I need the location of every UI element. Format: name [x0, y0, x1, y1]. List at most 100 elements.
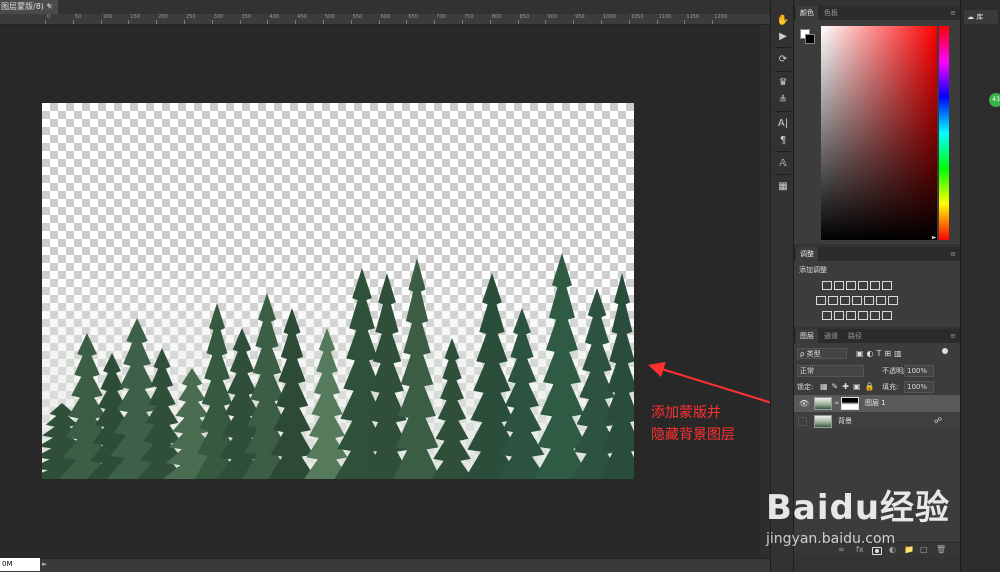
ruler-tick-label: 1000	[603, 14, 616, 20]
layer-comp-icon[interactable]: ▦	[776, 180, 790, 194]
panel-menu-icon[interactable]: ≡	[950, 247, 956, 261]
add-mask-icon[interactable]	[872, 547, 882, 555]
cloud-icon: ☁	[967, 13, 974, 21]
eye-icon[interactable]: 👁	[799, 395, 809, 412]
ruler-tick-mark	[184, 20, 185, 24]
ruler-tick-label: 450	[297, 14, 307, 20]
adjustment-shadow-icon[interactable]	[858, 311, 868, 320]
tab-adjustments[interactable]: 调整	[796, 247, 818, 261]
ruler-tick-mark	[323, 20, 324, 24]
adjustment-more-icon[interactable]	[882, 311, 892, 320]
adjust-icon[interactable]: ≜	[776, 94, 790, 108]
adjustment-mixer-icon[interactable]	[852, 296, 862, 305]
adjustment-brightness-icon[interactable]	[822, 281, 832, 290]
annotation-line-2: 隐藏背景图层	[651, 427, 735, 443]
adjustment-lookup-icon[interactable]	[864, 296, 874, 305]
layer-name[interactable]: 图层 1	[865, 395, 886, 412]
ruler-tick-mark	[517, 20, 519, 24]
link-icon[interactable]: ∞	[834, 399, 840, 407]
glyph-icon[interactable]: 𝔸	[776, 157, 790, 171]
ruler-tick-mark	[601, 20, 602, 24]
ruler-tick-label: 1050	[630, 14, 644, 20]
ruler-tick-label: 300	[213, 14, 224, 20]
adjustment-photo-filter-icon[interactable]	[840, 296, 850, 305]
ruler-tick-label: 0	[47, 14, 51, 20]
zoom-input[interactable]: 0M	[0, 558, 40, 571]
adjustment-selective-icon[interactable]	[846, 311, 856, 320]
adjustment-bw-icon[interactable]	[828, 296, 838, 305]
adjustment-invert-icon[interactable]	[876, 296, 886, 305]
library-column: ☁ 库	[960, 0, 1000, 572]
puppet-icon[interactable]: ♛	[776, 76, 790, 90]
ruler-tick-label: 800	[491, 14, 502, 20]
document-canvas[interactable]	[42, 103, 634, 479]
adjustment-curves-icon[interactable]	[846, 281, 856, 290]
layer-filter-icons[interactable]: ▣◐T⊞▥	[856, 348, 936, 359]
ruler-tick-label: 1150	[686, 14, 700, 20]
ruler-tick-label: 1100	[658, 14, 672, 20]
layer-thumbnail[interactable]	[814, 397, 832, 410]
adjustment-gradient-map-icon[interactable]	[834, 311, 844, 320]
watermark-logo: Baidu经验	[766, 488, 951, 528]
hue-pointer-icon[interactable]: ►	[932, 234, 937, 241]
layer-row-background[interactable]: 背景 ☍	[794, 413, 960, 430]
lock-icons[interactable]: ▦✎✚▣🔒	[820, 381, 878, 393]
layer-thumbnail[interactable]	[814, 415, 832, 428]
play-icon[interactable]: ▶	[776, 30, 790, 44]
ruler-tick-label: 550	[352, 14, 363, 20]
layer-filter-select[interactable]: ρ 类型	[797, 348, 847, 359]
ruler-tick-mark	[45, 20, 46, 24]
adjustment-exposure-icon[interactable]	[858, 281, 868, 290]
ruler-tick-label: 600	[380, 14, 391, 20]
visibility-toggle-off[interactable]	[798, 417, 807, 426]
ruler-tick-mark	[267, 20, 269, 24]
adjustment-balance-icon[interactable]	[816, 296, 826, 305]
text-icon[interactable]: A|	[776, 117, 790, 131]
tab-paths[interactable]: 路径	[844, 329, 866, 343]
adjustment-extra-icon[interactable]	[870, 311, 880, 320]
paragraph-icon[interactable]: ¶	[776, 134, 790, 148]
layer-name[interactable]: 背景	[838, 413, 852, 430]
ruler-tick-label: 850	[519, 14, 530, 20]
move-icon[interactable]: ✋	[776, 14, 790, 28]
fill-label: 填充:	[882, 383, 899, 391]
fill-input[interactable]: 100%	[904, 381, 934, 393]
panel-menu-icon[interactable]: ≡	[950, 329, 956, 343]
vertical-scrollbar[interactable]	[760, 25, 770, 558]
ruler-tick-mark	[434, 20, 436, 24]
ruler-tick-mark	[378, 20, 380, 24]
annotation-line-1: 添加蒙版并	[651, 405, 721, 421]
close-tab-icon[interactable]: ×	[44, 0, 56, 14]
adjustment-hue-icon[interactable]	[882, 281, 892, 290]
ruler-tick-mark	[72, 20, 74, 24]
blend-mode-select[interactable]: 正常	[797, 365, 864, 377]
layers-panel-header: 图层 通道 路径 ≡	[794, 329, 960, 343]
adjustment-threshold-icon[interactable]	[822, 311, 832, 320]
ruler-tick-mark	[406, 20, 408, 24]
adjustment-posterize-icon[interactable]	[888, 296, 898, 305]
tab-channels[interactable]: 通道	[820, 329, 842, 343]
layer-mask-thumbnail[interactable]	[841, 397, 859, 410]
status-menu-icon[interactable]: ►	[42, 558, 52, 571]
ruler-tick-mark	[462, 20, 463, 24]
tab-color[interactable]: 颜色	[796, 6, 818, 20]
ruler-tick-mark	[573, 20, 575, 24]
tab-layers[interactable]: 图层	[796, 329, 818, 343]
color-field[interactable]	[821, 26, 937, 240]
library-button[interactable]: ☁ 库	[964, 10, 998, 24]
tab-swatches[interactable]: 色板	[820, 6, 842, 20]
adjustment-levels-icon[interactable]	[834, 281, 844, 290]
notification-badge[interactable]: 43	[989, 93, 1000, 107]
hue-slider[interactable]	[939, 26, 949, 240]
ruler-tick-label: 700	[436, 14, 446, 20]
panel-menu-icon[interactable]: ≡	[950, 6, 956, 20]
lock-label: 锁定:	[797, 383, 814, 391]
3d-rotate-icon[interactable]: ⟳	[776, 53, 790, 67]
layer-row-1[interactable]: 👁 ∞ 图层 1	[794, 395, 960, 412]
adjustment-vibrance-icon[interactable]	[870, 281, 880, 290]
filter-toggle-icon[interactable]	[942, 348, 948, 354]
opacity-input[interactable]: 100%	[904, 365, 934, 377]
background-color-swatch[interactable]	[805, 34, 815, 44]
ruler-tick-mark	[489, 20, 491, 24]
ruler-tick-label: 1200	[714, 14, 727, 20]
